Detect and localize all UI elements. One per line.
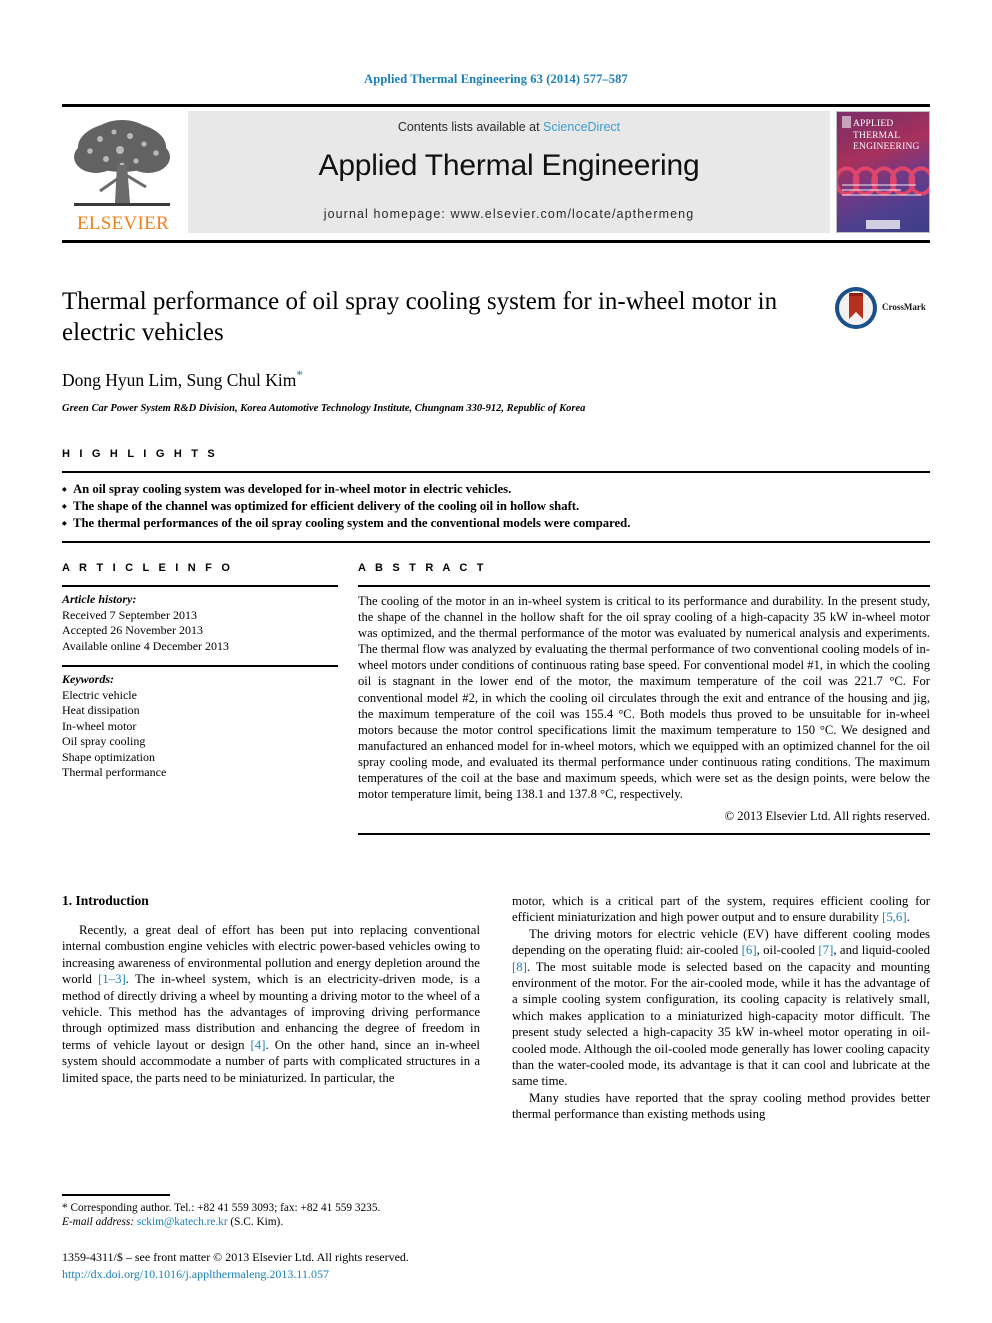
paragraph-text: . The most suitable mode is selected bas…: [512, 959, 930, 1089]
paragraph-text: , oil-cooled: [756, 943, 819, 958]
paragraph: Many studies have reported that the spra…: [512, 1090, 930, 1122]
author-names: Dong Hyun Lim, Sung Chul Kim: [62, 369, 297, 390]
list-item: The thermal performances of the oil spra…: [62, 515, 930, 533]
citation-ref[interactable]: [5,6]: [882, 910, 907, 924]
journal-title: Applied Thermal Engineering: [318, 149, 700, 182]
crossmark-badge[interactable]: CrossMark: [834, 286, 930, 332]
affiliation: Green Car Power System R&D Division, Kor…: [62, 402, 586, 414]
highlights-section: H I G H L I G H T S An oil spray cooling…: [62, 448, 930, 543]
page-title: Thermal performance of oil spray cooling…: [62, 288, 778, 346]
keywords-block: Keywords: Electric vehicle Heat dissipat…: [62, 667, 338, 781]
info-abstract-section: A R T I C L E I N F O Article history: R…: [62, 562, 930, 836]
footnote-email: E-mail address: sckim@katech.re.kr (S.C.…: [62, 1215, 480, 1230]
keyword-item: Thermal performance: [62, 765, 167, 779]
contents-available-line: Contents lists available at ScienceDirec…: [188, 120, 830, 134]
article-history-block: Article history: Received 7 September 20…: [62, 587, 338, 654]
abstract-copyright: © 2013 Elsevier Ltd. All rights reserved…: [724, 809, 930, 824]
highlights-list: An oil spray cooling system was develope…: [62, 473, 930, 541]
abstract-heading: A B S T R A C T: [358, 562, 487, 574]
article-info-heading: A R T I C L E I N F O: [62, 562, 234, 574]
article-info-column: A R T I C L E I N F O Article history: R…: [62, 562, 338, 835]
cover-title-line3: ENGINEERING: [853, 142, 920, 152]
title-block: Thermal performance of oil spray cooling…: [62, 286, 930, 414]
list-item: The shape of the channel was optimized f…: [62, 498, 930, 516]
email-suffix: (S.C. Kim).: [227, 1216, 284, 1229]
keyword-item: Heat dissipation: [62, 703, 140, 717]
page-footer: 1359-4311/$ – see front matter © 2013 El…: [62, 1250, 622, 1282]
running-head: Applied Thermal Engineering 63 (2014) 57…: [364, 72, 628, 86]
abstract-text: The cooling of the motor in an in-wheel …: [358, 594, 930, 802]
footnote-corresponding: * Corresponding author. Tel.: +82 41 559…: [62, 1201, 381, 1214]
sciencedirect-link[interactable]: ScienceDirect: [543, 120, 620, 134]
cover-badge: [866, 220, 900, 229]
email-link[interactable]: sckim@katech.re.kr: [137, 1216, 228, 1228]
elsevier-tree-icon: [74, 120, 170, 206]
contents-prefix: Contents lists available at: [397, 120, 544, 134]
keyword-item: In-wheel motor: [62, 718, 137, 733]
author-list: Dong Hyun Lim, Sung Chul Kim*: [62, 367, 930, 391]
citation-ref[interactable]: [8]: [512, 960, 527, 974]
keyword-item: Shape optimization: [62, 749, 155, 764]
paragraph: motor, which is a critical part of the s…: [512, 893, 930, 926]
paragraph: Recently, a great deal of effort has bee…: [62, 922, 480, 1086]
crossmark-icon: [835, 287, 877, 329]
elsevier-logo: ELSEVIER: [62, 111, 184, 234]
footnote-rule: [62, 1194, 170, 1196]
cover-title: APPLIED THERMAL ENGINEERING: [853, 119, 925, 154]
citation-ref[interactable]: [1–3]: [98, 972, 126, 986]
article-history-accepted: Accepted 26 November 2013: [62, 623, 203, 637]
journal-homepage-link[interactable]: journal homepage: www.elsevier.com/locat…: [188, 207, 830, 221]
article-history-received: Received 7 September 2013: [62, 607, 197, 622]
paragraph: The driving motors for electric vehicle …: [512, 926, 930, 1090]
cover-elsevier-mark-icon: [842, 116, 851, 128]
doi-link[interactable]: http://dx.doi.org/10.1016/j.applthermale…: [62, 1267, 622, 1282]
keywords-label: Keywords:: [62, 672, 114, 686]
abstract-bottom-rule: [358, 833, 930, 836]
body-columns: 1. Introduction Recently, a great deal o…: [62, 893, 930, 1213]
cover-title-line1: APPLIED: [853, 119, 894, 129]
email-label: E-mail address:: [62, 1216, 137, 1229]
paragraph-text: .: [906, 910, 910, 925]
article-history-label: Article history:: [62, 592, 137, 606]
journal-cover-thumbnail: APPLIED THERMAL ENGINEERING: [836, 111, 930, 233]
body-column-left: 1. Introduction Recently, a great deal o…: [62, 893, 480, 1213]
paragraph-text: motor, which is a critical part of the s…: [512, 894, 930, 925]
journal-masthead: ELSEVIER Contents lists available at Sci…: [62, 104, 930, 234]
section-heading-introduction: 1. Introduction: [62, 893, 149, 908]
keyword-item: Electric vehicle: [62, 687, 137, 702]
article-history-online: Available online 4 December 2013: [62, 638, 230, 653]
abstract-column: A B S T R A C T The cooling of the motor…: [358, 562, 930, 836]
masthead-bottom-rule: [62, 240, 930, 243]
corresponding-author-marker: *: [296, 367, 303, 382]
citation-ref[interactable]: [4]: [251, 1038, 266, 1052]
issn-copyright-line: 1359-4311/$ – see front matter © 2013 El…: [62, 1250, 409, 1264]
citation-ref[interactable]: [6]: [742, 943, 757, 957]
elsevier-wordmark: ELSEVIER: [76, 213, 170, 234]
paragraph-text: , and liquid-cooled: [833, 943, 931, 958]
citation-ref[interactable]: [7]: [818, 943, 833, 957]
highlights-heading: H I G H L I G H T S: [62, 448, 218, 460]
crossmark-label: CrossMark: [882, 302, 926, 312]
body-column-right: motor, which is a critical part of the s…: [512, 893, 930, 1213]
highlights-bottom-rule: [62, 541, 930, 543]
paper-page: Applied Thermal Engineering 63 (2014) 57…: [0, 0, 992, 1323]
cover-footer-lines: [842, 184, 924, 210]
corresponding-author-footnote: * Corresponding author. Tel.: +82 41 559…: [62, 1194, 480, 1230]
cover-title-line2: THERMAL: [853, 130, 901, 141]
keyword-item: Oil spray cooling: [62, 734, 146, 748]
masthead-center-panel: Contents lists available at ScienceDirec…: [188, 111, 830, 233]
list-item: An oil spray cooling system was develope…: [62, 481, 930, 499]
